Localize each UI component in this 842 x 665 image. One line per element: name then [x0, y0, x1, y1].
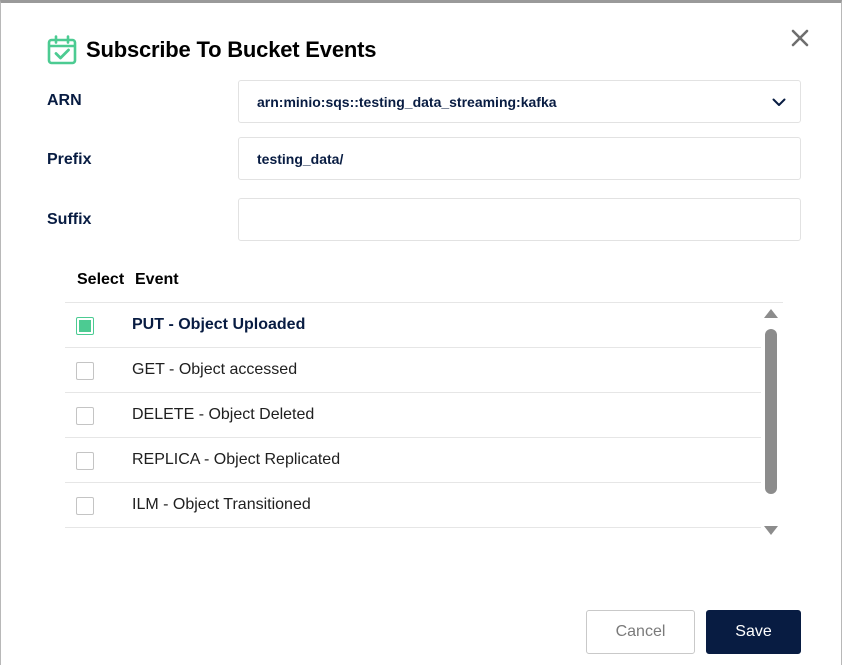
table-row[interactable]: REPLICA - Object Replicated: [65, 438, 761, 483]
event-checkbox[interactable]: [76, 497, 94, 515]
table-row[interactable]: DELETE - Object Deleted: [65, 393, 761, 438]
table-row[interactable]: PUT - Object Uploaded: [65, 303, 761, 348]
table-row[interactable]: GET - Object accessed: [65, 348, 761, 393]
events-table: PUT - Object Uploaded GET - Object acces…: [65, 302, 783, 542]
table-row-partial[interactable]: [65, 528, 761, 542]
event-checkbox[interactable]: [76, 407, 94, 425]
column-header-select: Select: [77, 271, 125, 288]
event-label: DELETE - Object Deleted: [132, 406, 315, 423]
event-checkbox[interactable]: [76, 452, 94, 470]
events-table-header: Select Event: [77, 271, 179, 289]
save-button[interactable]: Save: [706, 610, 801, 654]
subscribe-events-dialog: Subscribe To Bucket Events ARN arn:minio…: [0, 0, 842, 665]
prefix-label: Prefix: [47, 151, 92, 168]
scroll-down-arrow-icon[interactable]: [764, 526, 778, 535]
cancel-button[interactable]: Cancel: [586, 610, 695, 654]
event-label: PUT - Object Uploaded: [132, 316, 306, 333]
suffix-label: Suffix: [47, 211, 92, 228]
calendar-check-icon: [47, 35, 77, 65]
event-checkbox[interactable]: [76, 362, 94, 380]
event-checkbox[interactable]: [76, 317, 94, 335]
arn-label: ARN: [47, 92, 82, 109]
chevron-down-icon: [772, 98, 786, 106]
suffix-field[interactable]: [238, 198, 801, 241]
suffix-input[interactable]: [257, 199, 800, 240]
dialog-title: Subscribe To Bucket Events: [86, 37, 377, 62]
event-label: GET - Object accessed: [132, 361, 298, 378]
scrollbar-thumb[interactable]: [765, 329, 777, 494]
column-header-event: Event: [135, 271, 179, 288]
event-label: REPLICA - Object Replicated: [132, 451, 341, 468]
prefix-field[interactable]: [238, 137, 801, 180]
arn-select-value: arn:minio:sqs::testing_data_streaming:ka…: [257, 93, 557, 110]
prefix-input[interactable]: [257, 138, 800, 179]
scroll-up-arrow-icon[interactable]: [764, 309, 778, 318]
close-button[interactable]: [789, 27, 811, 49]
table-row[interactable]: ILM - Object Transitioned: [65, 483, 761, 528]
dialog-header: Subscribe To Bucket Events: [47, 35, 376, 65]
close-icon[interactable]: [791, 29, 809, 47]
event-label: ILM - Object Transitioned: [132, 496, 311, 513]
arn-select[interactable]: arn:minio:sqs::testing_data_streaming:ka…: [238, 80, 801, 123]
